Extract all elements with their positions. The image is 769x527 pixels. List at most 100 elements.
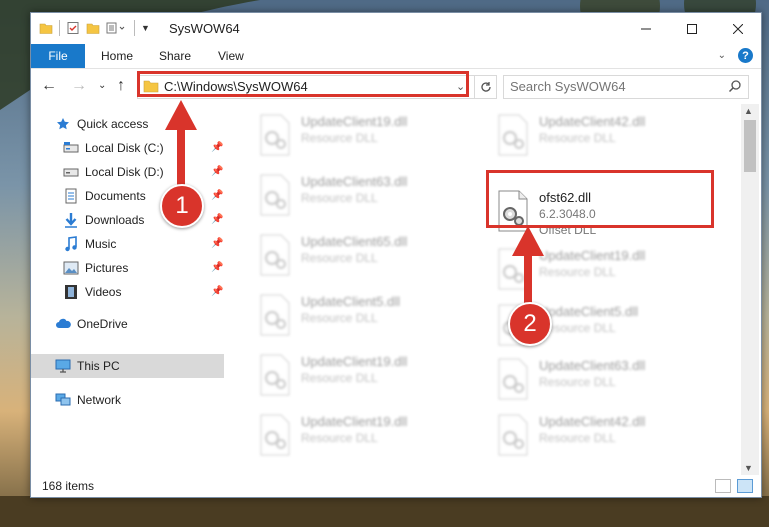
status-bar: 168 items xyxy=(31,475,761,497)
tab-file[interactable]: File xyxy=(31,44,85,68)
sidebar-item-downloads[interactable]: Downloads xyxy=(63,209,144,231)
sidebar-item-label: Videos xyxy=(85,285,122,299)
file-type: Resource DLL xyxy=(539,131,616,145)
file-type: Resource DLL xyxy=(301,131,378,145)
file-type: Resource DLL xyxy=(301,251,378,265)
maximize-icon xyxy=(687,23,697,34)
sidebar-item-documents[interactable]: Documents xyxy=(63,185,146,207)
list-item[interactable]: UpdateClient5.dll Resource DLL xyxy=(253,290,473,342)
search-input[interactable] xyxy=(510,78,720,94)
tiles-view-icon[interactable] xyxy=(737,479,753,493)
pin-icon[interactable]: 📌 xyxy=(211,142,223,153)
list-item[interactable]: UpdateClient65.dll Resource DLL xyxy=(253,230,473,282)
file-type: Resource DLL xyxy=(539,265,616,279)
file-name: UpdateClient19.dll xyxy=(301,414,408,429)
sidebar-item-local-disk-d[interactable]: Local Disk (D:) xyxy=(63,161,164,183)
minimize-icon xyxy=(641,28,651,29)
sidebar-item-music[interactable]: Music xyxy=(63,233,116,255)
tab-home[interactable]: Home xyxy=(101,49,133,63)
back-button[interactable]: ← xyxy=(41,77,57,95)
music-note-icon xyxy=(63,236,79,252)
file-name: UpdateClient19.dll xyxy=(301,354,408,369)
sidebar-item-label: This PC xyxy=(77,359,120,373)
file-type: Resource DLL xyxy=(301,431,378,445)
file-name: UpdateClient5.dll xyxy=(539,304,639,319)
film-icon xyxy=(63,284,79,300)
pin-icon[interactable]: 📌 xyxy=(211,238,223,249)
tab-view[interactable]: View xyxy=(218,49,244,63)
list-item[interactable]: UpdateClient63.dll Resource DLL xyxy=(253,170,473,222)
download-arrow-icon xyxy=(63,212,79,228)
tab-share[interactable]: Share xyxy=(159,49,191,63)
sidebar-item-onedrive[interactable]: OneDrive xyxy=(55,313,128,335)
sidebar-item-network[interactable]: Network xyxy=(55,389,121,411)
documents-icon xyxy=(63,188,79,204)
file-name: UpdateClient19.dll xyxy=(301,114,408,129)
pin-icon[interactable]: 📌 xyxy=(211,262,223,273)
sidebar-item-local-disk-c[interactable]: Local Disk (C:) xyxy=(63,137,164,159)
pin-icon[interactable]: 📌 xyxy=(211,214,223,225)
sidebar-item-label: OneDrive xyxy=(77,317,128,331)
scroll-down-icon[interactable]: ▼ xyxy=(744,463,753,473)
sidebar-item-quick-access[interactable]: Quick access xyxy=(55,113,148,135)
sidebar-item-this-pc[interactable]: This PC xyxy=(55,355,120,377)
toolbar-divider xyxy=(134,20,135,36)
dll-file-icon xyxy=(260,414,290,456)
properties-icon[interactable] xyxy=(66,21,80,35)
list-item[interactable]: UpdateClient42.dll Resource DLL xyxy=(491,410,711,462)
expand-ribbon-icon[interactable]: ⌄ xyxy=(718,50,726,61)
customize-toolbar-icon[interactable] xyxy=(106,21,128,35)
list-item[interactable]: UpdateClient19.dll Resource DLL xyxy=(253,110,473,162)
window-title: SysWOW64 xyxy=(169,21,240,36)
scroll-up-icon[interactable]: ▲ xyxy=(744,106,753,116)
list-item[interactable]: UpdateClient63.dll Resource DLL xyxy=(491,354,711,406)
list-item[interactable]: UpdateClient19.dll Resource DLL xyxy=(253,410,473,462)
qat-dropdown-icon[interactable]: ▼ xyxy=(141,23,150,33)
navigation-pane: Quick access Local Disk (C:) 📌 Local Dis… xyxy=(31,104,227,464)
file-type: Resource DLL xyxy=(301,371,378,385)
maximize-button[interactable] xyxy=(669,13,715,44)
monitor-icon xyxy=(55,358,71,374)
close-button[interactable] xyxy=(715,13,761,44)
ribbon-right-controls: ⌄ ? xyxy=(718,48,753,63)
minimize-button[interactable] xyxy=(623,13,669,44)
pictures-icon xyxy=(63,260,79,276)
search-box[interactable] xyxy=(503,75,749,99)
sidebar-item-label: Pictures xyxy=(85,261,129,275)
callout-badge-1: 1 xyxy=(160,184,204,228)
sidebar-item-videos[interactable]: Videos xyxy=(63,281,121,303)
list-item[interactable]: UpdateClient19.dll Resource DLL xyxy=(253,350,473,402)
drive-icon xyxy=(63,164,79,180)
pin-icon[interactable]: 📌 xyxy=(211,286,223,297)
up-button[interactable]: ↑ xyxy=(117,77,125,95)
pin-icon[interactable]: 📌 xyxy=(211,190,223,201)
address-bar-highlight xyxy=(137,71,469,97)
folder-icon xyxy=(39,23,53,34)
recent-locations-button[interactable]: ⌄ xyxy=(98,80,106,91)
scrollbar-thumb[interactable] xyxy=(744,120,756,172)
ribbon-tabs: File Home Share View ⌄ ? xyxy=(31,44,761,69)
sidebar-item-pictures[interactable]: Pictures xyxy=(63,257,128,279)
file-list: UpdateClient19.dll Resource DLL UpdateCl… xyxy=(227,104,741,464)
refresh-button[interactable] xyxy=(474,76,497,98)
file-type: Resource DLL xyxy=(539,375,616,389)
file-name: UpdateClient19.dll xyxy=(539,248,646,263)
dll-file-icon xyxy=(498,358,528,400)
dll-file-icon xyxy=(260,234,290,276)
vertical-scrollbar[interactable]: ▲ ▼ xyxy=(741,104,759,475)
pin-icon[interactable]: 📌 xyxy=(211,166,223,177)
file-type: Resource DLL xyxy=(301,191,378,205)
network-icon xyxy=(55,392,71,408)
forward-button[interactable]: → xyxy=(71,77,87,95)
list-item[interactable]: UpdateClient42.dll Resource DLL xyxy=(491,110,711,162)
details-view-icon[interactable] xyxy=(715,479,731,493)
item-count: 168 items xyxy=(42,479,95,493)
dll-file-icon xyxy=(260,174,290,216)
list-item[interactable]: UpdateClient19.dll Resource DLL xyxy=(491,244,711,296)
help-icon[interactable]: ? xyxy=(738,48,753,63)
file-name: UpdateClient5.dll xyxy=(301,294,401,309)
new-folder-icon[interactable] xyxy=(86,21,100,35)
sidebar-item-label: Network xyxy=(77,393,122,407)
toolbar-divider xyxy=(59,20,60,36)
search-icon[interactable] xyxy=(728,79,742,93)
